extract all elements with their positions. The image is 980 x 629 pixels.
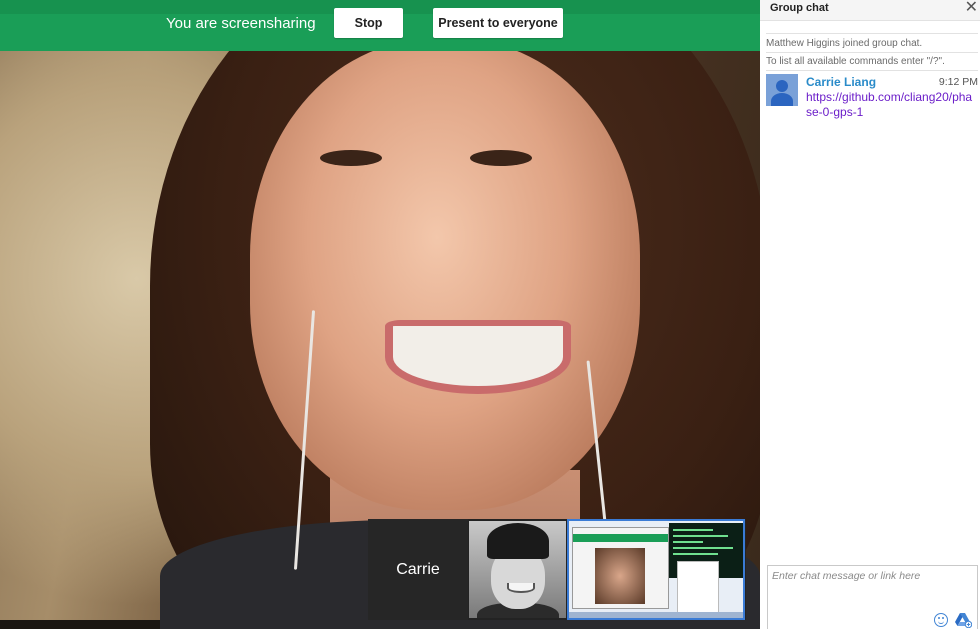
chat-message: Carrie Liang 9:12 PM https://github.com/… (766, 74, 978, 124)
stop-button[interactable]: Stop (334, 8, 403, 38)
participant-filmstrip: Carrie (368, 519, 746, 620)
emoji-icon[interactable] (934, 613, 948, 627)
present-to-everyone-button[interactable]: Present to everyone (433, 8, 563, 38)
divider (766, 33, 978, 34)
message-timestamp: 9:12 PM (938, 76, 978, 88)
avatar-head-shape (776, 80, 788, 92)
terminal-line (673, 553, 718, 555)
screenshare-banner: You are screensharing Stop Present to ev… (0, 0, 760, 51)
message-link[interactable]: https://github.com/cliang20/phase-0-gps-… (806, 90, 978, 120)
video-subject-eye (320, 150, 382, 166)
participant-name: Carrie (396, 561, 440, 578)
terminal-line (673, 541, 703, 543)
participant-tile-video[interactable] (469, 521, 566, 618)
shared-window-browser (572, 527, 669, 609)
avatar-smile (507, 583, 535, 593)
terminal-line (673, 535, 728, 537)
shared-screen-dock (569, 612, 743, 618)
drive-icon[interactable] (954, 612, 972, 628)
video-subject-face (250, 40, 640, 510)
shared-window-document (677, 561, 719, 613)
user-avatar-icon[interactable] (766, 74, 798, 106)
video-subject-smile (385, 320, 571, 394)
screenshare-status: You are screensharing (166, 15, 316, 32)
avatar-beanie (487, 523, 549, 559)
chat-header: Group chat ✕ (760, 0, 980, 21)
shared-window-banner (573, 534, 668, 542)
chat-notice: To list all available commands enter "/?… (766, 56, 945, 67)
close-icon[interactable]: ✕ (965, 0, 978, 17)
chat-notice: Matthew Higgins joined group chat. (766, 38, 923, 49)
participant-tile-carrie[interactable]: Carrie (368, 519, 468, 620)
terminal-line (673, 547, 733, 549)
message-author[interactable]: Carrie Liang (806, 75, 876, 89)
video-stage: You are screensharing Stop Present to ev… (0, 0, 760, 629)
video-subject-eye (470, 150, 532, 166)
divider (766, 52, 978, 53)
chat-input-placeholder: Enter chat message or link here (772, 570, 921, 582)
group-chat-panel: Group chat ✕ Matthew Higgins joined grou… (760, 0, 980, 629)
avatar-body-shape (771, 93, 793, 106)
participant-tile-screenshare[interactable] (567, 519, 745, 620)
chat-title: Group chat (770, 2, 829, 14)
divider (766, 70, 978, 71)
chat-input[interactable]: Enter chat message or link here (767, 565, 978, 629)
terminal-line (673, 529, 713, 531)
shared-window-video (595, 548, 645, 604)
